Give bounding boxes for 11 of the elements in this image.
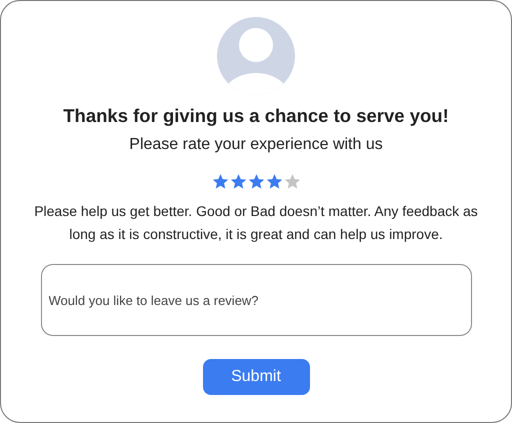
avatar-icon <box>217 17 295 95</box>
feedback-message: Please help us get better. Good or Bad doesn’t matter. Any feedback as long as it is constructive, it is great and can help us improve. <box>33 202 479 244</box>
submit-button[interactable]: Submit <box>202 359 310 395</box>
star-icon[interactable] <box>248 173 264 190</box>
star-icon[interactable] <box>266 173 282 190</box>
star-icon[interactable] <box>212 173 228 190</box>
subheading: Please rate your experience with us <box>129 136 383 154</box>
heading: Thanks for giving us a chance to serve you! <box>63 105 449 127</box>
star-icon[interactable] <box>230 173 246 190</box>
review-field[interactable]: Would you like to leave us a review? <box>40 264 472 336</box>
star-icon[interactable] <box>284 173 300 190</box>
